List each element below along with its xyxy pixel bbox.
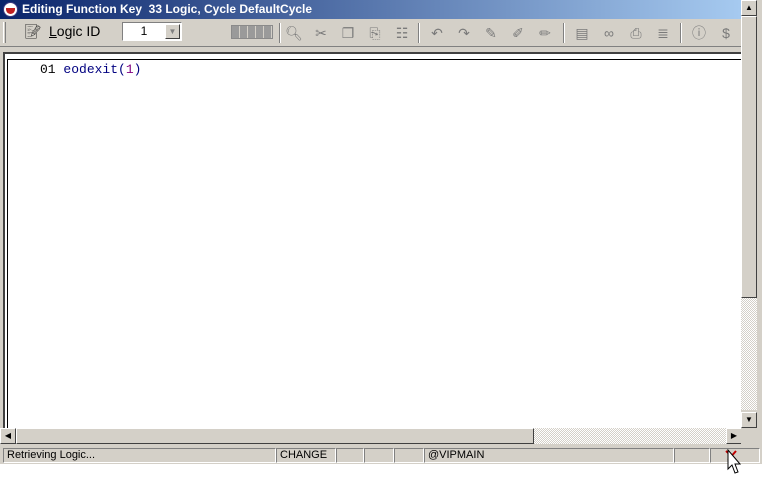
undo-icon[interactable]: ↶ bbox=[427, 23, 447, 43]
code-editor[interactable] bbox=[7, 59, 742, 429]
scroll-corner bbox=[741, 428, 762, 444]
status-pane bbox=[364, 448, 394, 463]
toolbar-separator bbox=[680, 23, 682, 43]
pencil-check-icon[interactable]: ✏ bbox=[535, 23, 555, 43]
toolbar-grip[interactable] bbox=[3, 22, 6, 43]
status-bar: Retrieving Logic... CHANGE @VIPMAIN bbox=[0, 446, 762, 464]
document-icon[interactable]: ≣ bbox=[653, 23, 673, 43]
code-paren-close: ) bbox=[133, 62, 142, 77]
logic-id-label-rest: ogic ID bbox=[56, 23, 101, 39]
search-icon[interactable]: 🔍︎ bbox=[284, 23, 304, 43]
pencil-x-icon[interactable]: ✐ bbox=[508, 23, 528, 43]
app-icon[interactable] bbox=[3, 2, 18, 17]
redo-icon[interactable]: ↷ bbox=[454, 23, 474, 43]
toolbar: 📝︎ Logic ID 1 ▼ 🔍︎ ✂ ❐ ⎘ ☷ ↶ ↷ ✎ ✐ ✏ ▤ ∞… bbox=[0, 19, 741, 47]
horizontal-scroll-track[interactable] bbox=[534, 428, 726, 444]
line-number: 01 bbox=[40, 62, 56, 77]
logic-id-accelerator: L bbox=[49, 23, 57, 39]
copy-icon[interactable]: ❐ bbox=[338, 23, 358, 43]
cut-icon[interactable]: ✂ bbox=[311, 23, 331, 43]
code-line[interactable]: 01 eodexit(1) bbox=[40, 62, 141, 77]
code-function: eodexit bbox=[63, 62, 119, 77]
pencil-icon[interactable]: ✎ bbox=[481, 23, 501, 43]
status-message: Retrieving Logic... bbox=[3, 448, 276, 463]
vertical-scroll-track[interactable] bbox=[741, 298, 757, 410]
toolbar-separator bbox=[418, 23, 420, 43]
status-mode: CHANGE bbox=[276, 448, 336, 463]
code-paren-open: ( bbox=[118, 62, 126, 77]
scroll-down-arrow-icon[interactable]: ▼ bbox=[741, 412, 757, 428]
print-icon[interactable]: ⎙ bbox=[626, 23, 646, 43]
columns-icon[interactable] bbox=[231, 25, 273, 39]
horizontal-scroll-thumb[interactable] bbox=[16, 428, 534, 444]
toolbar-separator bbox=[563, 23, 565, 43]
title-bar[interactable]: Editing Function Key 33 Logic, Cycle Def… bbox=[0, 0, 741, 19]
help-icon[interactable]: ⓘ bbox=[689, 23, 709, 43]
paste-special-icon[interactable]: ☷ bbox=[392, 23, 412, 43]
status-pane bbox=[336, 448, 364, 463]
mouse-pointer-icon bbox=[727, 449, 741, 474]
scroll-left-arrow-icon[interactable]: ◀ bbox=[0, 428, 16, 444]
logic-edit-icon[interactable]: 📝︎ bbox=[24, 23, 42, 40]
status-pane bbox=[674, 448, 710, 463]
scroll-up-arrow-icon[interactable]: ▲ bbox=[741, 0, 757, 16]
status-pane bbox=[394, 448, 424, 463]
compile-icon[interactable]: ▤ bbox=[572, 23, 592, 43]
paste-icon[interactable]: ⎘ bbox=[365, 23, 385, 43]
code-number: 1 bbox=[125, 62, 134, 77]
vertical-scroll-thumb[interactable] bbox=[741, 16, 757, 298]
window-bottom-edge bbox=[0, 464, 762, 481]
link-icon[interactable]: ∞ bbox=[599, 23, 619, 43]
toolbar-separator bbox=[279, 23, 281, 43]
logic-id-select[interactable]: 1 ▼ bbox=[122, 22, 182, 41]
scroll-right-arrow-icon[interactable]: ▶ bbox=[726, 428, 742, 444]
window-title: Editing Function Key 33 Logic, Cycle Def… bbox=[22, 2, 313, 16]
chevron-down-icon[interactable]: ▼ bbox=[165, 24, 180, 39]
status-location: @VIPMAIN bbox=[424, 448, 674, 463]
logic-id-label: Logic ID bbox=[49, 23, 100, 39]
logic-id-value: 1 bbox=[140, 24, 148, 38]
dollar-icon[interactable]: $ bbox=[716, 23, 736, 43]
